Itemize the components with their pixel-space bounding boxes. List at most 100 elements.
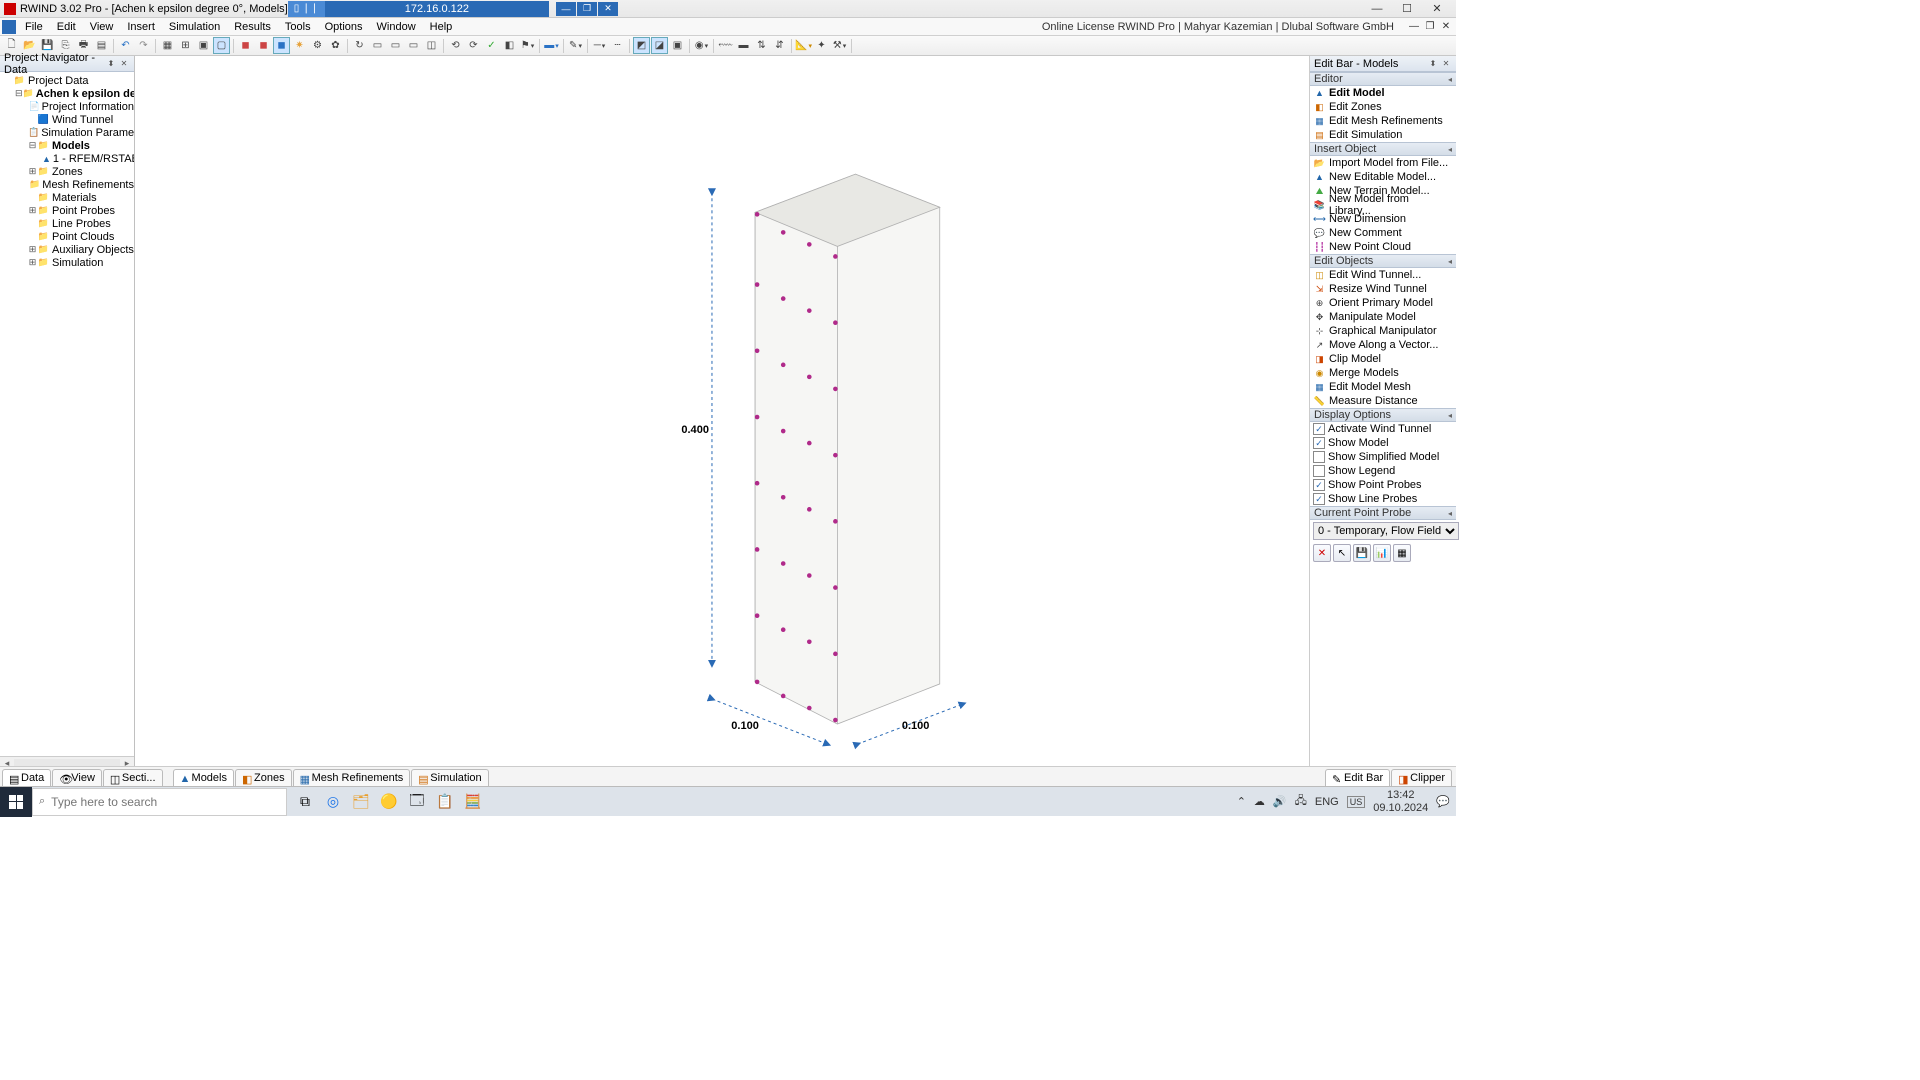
- right-tab-clipper[interactable]: ◨Clipper: [1391, 769, 1452, 786]
- check-icon[interactable]: ✓: [483, 37, 500, 54]
- mdi-minimize-button[interactable]: —: [556, 2, 576, 16]
- tray-chevron-icon[interactable]: ⌃: [1237, 795, 1246, 808]
- new-library-model[interactable]: 📚New Model from Library...: [1310, 198, 1456, 212]
- edit-model-mesh[interactable]: ▦Edit Model Mesh: [1310, 380, 1456, 394]
- tray-lang[interactable]: ENG: [1315, 796, 1339, 808]
- tree-sim[interactable]: ⊞📁Simulation: [0, 256, 134, 269]
- graphical-manipulator[interactable]: ⊹Graphical Manipulator: [1310, 324, 1456, 338]
- pencil-icon[interactable]: ✎: [567, 37, 584, 54]
- probe-select[interactable]: 0 - Temporary, Flow Field: [1313, 522, 1459, 540]
- import-model[interactable]: 📂Import Model from File...: [1310, 156, 1456, 170]
- tray-clock[interactable]: 13:42 09.10.2024: [1373, 789, 1428, 813]
- collapse-icon[interactable]: ⊟: [28, 140, 37, 151]
- section-editor[interactable]: Editor◂: [1310, 72, 1456, 86]
- menu-results[interactable]: Results: [227, 20, 278, 34]
- tree-sim-params[interactable]: 📋Simulation Parameters: [0, 126, 134, 139]
- tray-volume-icon[interactable]: 🔊: [1273, 795, 1287, 808]
- new-comment[interactable]: 💬New Comment: [1310, 226, 1456, 240]
- maximize-button[interactable]: ☐: [1392, 1, 1422, 17]
- tree-pprobes[interactable]: ⊞📁Point Probes: [0, 204, 134, 217]
- menu-window[interactable]: Window: [370, 20, 423, 34]
- taskbar-search[interactable]: ⌕: [32, 788, 287, 816]
- edit-wind-tunnel[interactable]: ◫Edit Wind Tunnel...: [1310, 268, 1456, 282]
- menu-edit[interactable]: Edit: [50, 20, 83, 34]
- doc-minimize-button[interactable]: —: [1406, 20, 1422, 34]
- app1-icon[interactable]: 🗔: [405, 790, 429, 814]
- gear-icon[interactable]: ✿: [327, 37, 344, 54]
- reload-icon[interactable]: ⟳: [465, 37, 482, 54]
- new-point-cloud[interactable]: ┇┇New Point Cloud: [1310, 240, 1456, 254]
- nav-close-icon[interactable]: ✕: [118, 58, 130, 69]
- snap-icon[interactable]: ⊞: [177, 37, 194, 54]
- menu-options[interactable]: Options: [318, 20, 370, 34]
- expand-icon[interactable]: ⊞: [28, 205, 37, 216]
- iso-icon[interactable]: ◫: [423, 37, 440, 54]
- disp-opt-1[interactable]: ✓Show Model: [1310, 436, 1456, 450]
- editbar-pin-icon[interactable]: ⬍: [1427, 58, 1439, 69]
- edge-icon[interactable]: ◎: [321, 790, 345, 814]
- tree-pclouds[interactable]: 📁Point Clouds: [0, 230, 134, 243]
- menu-file[interactable]: File: [18, 20, 50, 34]
- edit-meshref[interactable]: ▦Edit Mesh Refinements: [1310, 114, 1456, 128]
- menu-help[interactable]: Help: [423, 20, 460, 34]
- flag-icon[interactable]: ⚑: [519, 37, 536, 54]
- tree-model-1[interactable]: ▲1 - RFEM/RSTAB Mo: [0, 152, 134, 165]
- wind-icon[interactable]: ◧: [501, 37, 518, 54]
- measure-icon[interactable]: 📐: [795, 37, 812, 54]
- left-tab-data[interactable]: ▤Data: [2, 769, 51, 786]
- section-probe[interactable]: Current Point Probe◂: [1310, 506, 1456, 520]
- layers-icon[interactable]: ▬: [543, 37, 560, 54]
- clip-model[interactable]: ◨Clip Model: [1310, 352, 1456, 366]
- nav-tree[interactable]: 📁Project Data ⊟📁Achen k epsilon degree 📄…: [0, 72, 134, 756]
- tree-project[interactable]: ⊟📁Achen k epsilon degree: [0, 87, 134, 100]
- menu-view[interactable]: View: [83, 20, 121, 34]
- app3-icon[interactable]: 🧮: [461, 790, 485, 814]
- measure-distance[interactable]: 📏Measure Distance: [1310, 394, 1456, 408]
- refresh-icon[interactable]: ⟲: [447, 37, 464, 54]
- doc-restore-button[interactable]: ❐: [1422, 20, 1438, 34]
- disp-opt-0[interactable]: ✓Activate Wind Tunnel: [1310, 422, 1456, 436]
- app-menu-icon[interactable]: [2, 20, 16, 34]
- probe-delete-button[interactable]: ✕: [1313, 544, 1331, 562]
- tray-network-icon[interactable]: 🖧: [1295, 792, 1307, 811]
- left-tab-view[interactable]: 👁View: [52, 769, 102, 786]
- collapse-icon[interactable]: ⊟: [15, 88, 23, 99]
- sel3-icon[interactable]: ▣: [669, 37, 686, 54]
- mdi-restore-button[interactable]: ❐: [577, 2, 597, 16]
- center-tab-zones[interactable]: ◧Zones: [235, 769, 292, 786]
- checkbox-icon[interactable]: [1313, 465, 1325, 477]
- tree-materials[interactable]: 📁Materials: [0, 191, 134, 204]
- tree-lprobes[interactable]: 📁Line Probes: [0, 217, 134, 230]
- task-view-icon[interactable]: ⧉: [293, 790, 317, 814]
- viewport-3d[interactable]: 0.400 0.100 0.100: [135, 56, 1310, 770]
- edit-zones[interactable]: ◧Edit Zones: [1310, 100, 1456, 114]
- center-tab-models[interactable]: ▲Models: [173, 769, 234, 786]
- section-display[interactable]: Display Options◂: [1310, 408, 1456, 422]
- select-icon[interactable]: ▢: [213, 37, 230, 54]
- disp-opt-2[interactable]: Show Simplified Model: [1310, 450, 1456, 464]
- center-tab-meshref[interactable]: ▦Mesh Refinements: [293, 769, 411, 786]
- edit-model[interactable]: ▲Edit Model: [1310, 86, 1456, 100]
- probe-pick-button[interactable]: ↖: [1333, 544, 1351, 562]
- probe-icon[interactable]: ◉: [693, 37, 710, 54]
- view3-icon[interactable]: ◼: [273, 37, 290, 54]
- sel1-icon[interactable]: ◩: [633, 37, 650, 54]
- checkbox-icon[interactable]: ✓: [1313, 423, 1325, 435]
- tree-root[interactable]: 📁Project Data: [0, 74, 134, 87]
- menu-insert[interactable]: Insert: [120, 20, 162, 34]
- edit-simulation[interactable]: ▤Edit Simulation: [1310, 128, 1456, 142]
- misc2-icon[interactable]: ▬: [735, 37, 752, 54]
- tree-aux[interactable]: ⊞📁Auxiliary Objects: [0, 243, 134, 256]
- fit-icon[interactable]: ▭: [405, 37, 422, 54]
- expand-icon[interactable]: ⊞: [28, 257, 37, 268]
- right-tab-editbar[interactable]: ✎Edit Bar: [1325, 769, 1390, 786]
- sel2-icon[interactable]: ◪: [651, 37, 668, 54]
- tree-meshref[interactable]: 📁Mesh Refinements: [0, 178, 134, 191]
- tray-keyboard[interactable]: US: [1347, 796, 1366, 808]
- grid-icon[interactable]: ▦: [159, 37, 176, 54]
- tray-cloud-icon[interactable]: ☁: [1254, 795, 1265, 808]
- menu-tools[interactable]: Tools: [278, 20, 318, 34]
- section-insert[interactable]: Insert Object◂: [1310, 142, 1456, 156]
- tree-wind-tunnel[interactable]: 🟦Wind Tunnel: [0, 113, 134, 126]
- checkbox-icon[interactable]: [1313, 451, 1325, 463]
